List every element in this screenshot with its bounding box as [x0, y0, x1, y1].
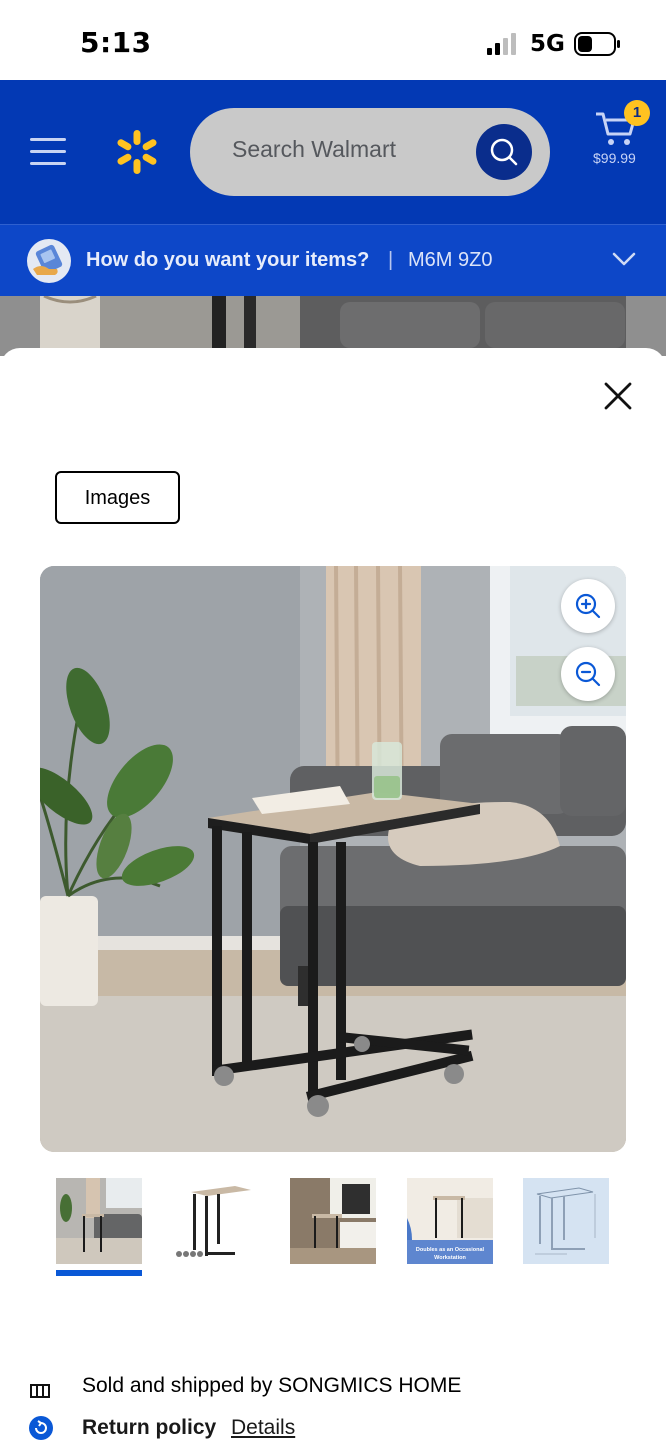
search-button[interactable] [476, 124, 532, 180]
thumbnail-4[interactable]: Doubles as an Occasional Workstation [407, 1178, 493, 1264]
app-header: Search Walmart 1 $99.99 [0, 80, 666, 224]
main-product-image[interactable] [40, 566, 626, 1152]
svg-text:Doubles as an Occasional: Doubles as an Occasional [416, 1247, 485, 1253]
status-bar: 5:13 5G [0, 0, 666, 80]
thumbnail-1[interactable] [56, 1178, 142, 1264]
fulfillment-prompt: How do you want your items? [86, 249, 370, 271]
walmart-spark-logo[interactable] [113, 128, 161, 176]
return-policy-icon [29, 1416, 53, 1440]
chevron-down-icon[interactable] [612, 251, 636, 267]
battery-icon [574, 32, 620, 56]
fulfillment-selector[interactable]: How do you want your items? | M6M 9Z0 [0, 224, 666, 296]
return-policy-details-link[interactable]: Details [231, 1416, 295, 1440]
search-input[interactable]: Search Walmart [190, 108, 550, 196]
image-viewer-sheet: Images Doubles as an Occasional Workstat… [0, 348, 666, 1384]
zoom-out-icon [575, 661, 601, 687]
zoom-out-button[interactable] [561, 647, 615, 701]
background-product-image [0, 296, 666, 356]
zoom-in-button[interactable] [561, 579, 615, 633]
cart-button[interactable]: 1 $99.99 [590, 98, 656, 178]
screen: 5:13 5G Search Walmart 1 $99.99 How do y… [0, 0, 666, 1440]
menu-icon[interactable] [28, 136, 68, 168]
search-icon [490, 138, 518, 166]
svg-text:Workstation: Workstation [434, 1255, 466, 1261]
cart-count-badge: 1 [624, 100, 650, 126]
close-icon[interactable] [598, 376, 638, 416]
signal-icon [487, 33, 516, 55]
status-time: 5:13 [80, 26, 152, 59]
thumbnail-5[interactable] [523, 1178, 609, 1264]
tab-images[interactable]: Images [55, 471, 180, 524]
network-type: 5G [530, 31, 565, 57]
zoom-in-icon [575, 593, 601, 619]
thumbnail-strip: Doubles as an Occasional Workstation [56, 1178, 616, 1278]
search-placeholder: Search Walmart [232, 136, 397, 162]
return-policy-label: Return policy [82, 1416, 217, 1439]
sold-by-text: Sold and shipped by SONGMICS HOME [82, 1374, 462, 1397]
delivery-icon [27, 239, 71, 283]
fulfillment-separator: | [388, 249, 394, 271]
product-photo [40, 566, 626, 1152]
store-icon [30, 1384, 50, 1398]
selected-thumbnail-indicator [56, 1270, 142, 1276]
cart-total: $99.99 [593, 150, 636, 166]
thumbnail-2[interactable] [173, 1178, 259, 1264]
thumbnail-3[interactable] [290, 1178, 376, 1264]
postal-code: M6M 9Z0 [408, 249, 493, 271]
product-fulfillment-info: Sold and shipped by SONGMICS HOME Return… [0, 1374, 666, 1440]
